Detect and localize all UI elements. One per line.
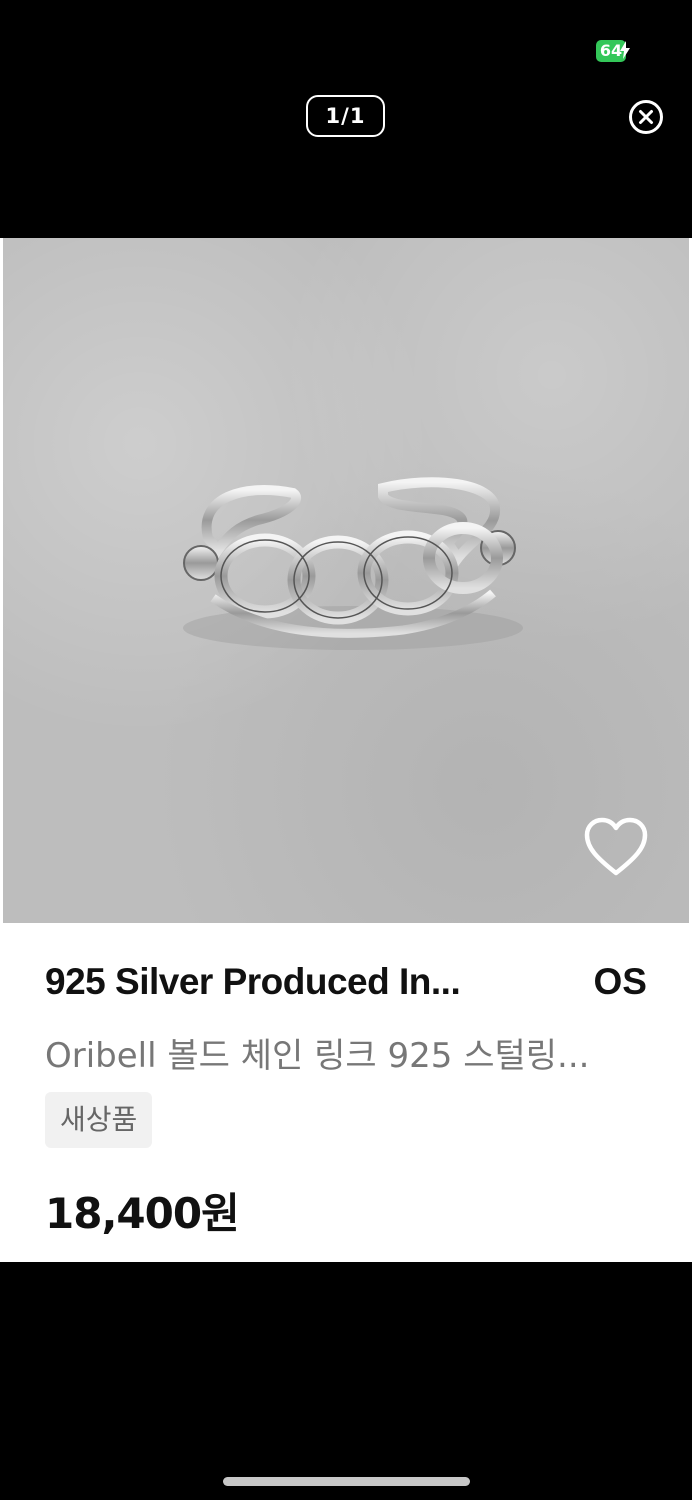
title-row: 925 Silver Produced In... OS xyxy=(45,960,647,1004)
product-size: OS xyxy=(593,961,647,1002)
product-title: 925 Silver Produced In... xyxy=(45,961,461,1002)
product-card[interactable]: 925 Silver Produced In... OS Oribell 볼드 … xyxy=(0,238,692,1262)
status-bar: 64 xyxy=(0,0,692,80)
home-indicator[interactable] xyxy=(223,1477,470,1486)
heart-outline-icon xyxy=(584,817,648,876)
close-circle-icon xyxy=(629,100,663,134)
product-price: 18,400원 xyxy=(45,1189,240,1238)
favorite-button[interactable] xyxy=(583,816,649,878)
page-counter: 1/1 xyxy=(306,95,385,137)
condition-badge: 새상품 xyxy=(45,1092,153,1148)
product-image-viewer: 64 1/1 925 Silver Produced In... OS Orib… xyxy=(0,0,692,1500)
battery-level: 64 xyxy=(599,41,623,60)
charging-bolt-icon xyxy=(620,41,630,59)
page-counter-text: 1/1 xyxy=(325,104,366,128)
product-photo[interactable] xyxy=(3,238,689,923)
close-button[interactable] xyxy=(628,99,664,135)
product-subtitle: Oribell 볼드 체인 링크 925 스털링... xyxy=(45,1036,590,1076)
